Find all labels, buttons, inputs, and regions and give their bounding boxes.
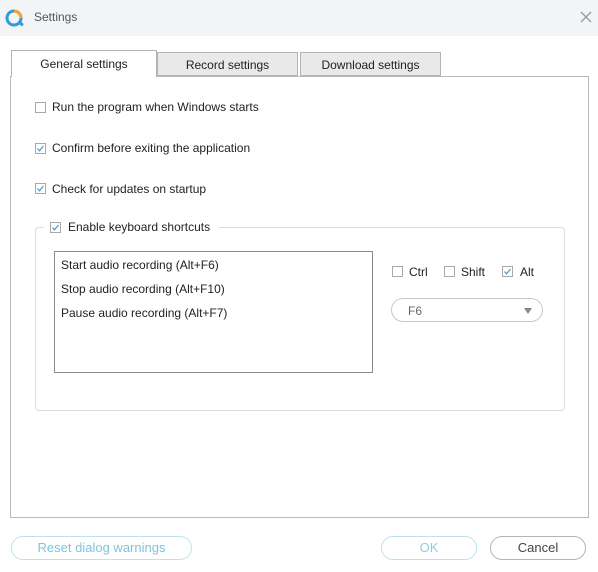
chevron-down-icon <box>524 308 532 314</box>
enable-shortcuts-label: Enable keyboard shortcuts <box>68 220 211 234</box>
alt-label: Alt <box>520 265 535 279</box>
shift-checkbox[interactable] <box>444 266 455 277</box>
key-select[interactable]: F6 <box>391 298 543 322</box>
window-title: Settings <box>34 10 78 24</box>
checkmark-icon <box>504 268 511 275</box>
confirm-exit-label: Confirm before exiting the application <box>52 141 251 155</box>
run-on-startup-checkbox[interactable] <box>35 102 46 113</box>
confirm-exit-checkbox[interactable] <box>35 143 46 154</box>
ok-button[interactable]: OK <box>381 536 477 560</box>
alt-checkbox[interactable] <box>502 266 513 277</box>
checkmark-icon <box>52 224 59 231</box>
reset-dialog-warnings-button[interactable]: Reset dialog warnings <box>11 536 192 560</box>
tab-general-settings[interactable]: General settings <box>11 50 157 77</box>
list-item[interactable]: Pause audio recording (Alt+F7) <box>61 306 227 320</box>
list-item[interactable]: Start audio recording (Alt+F6) <box>61 258 219 272</box>
check-updates-label: Check for updates on startup <box>52 182 207 196</box>
key-select-value: F6 <box>408 304 423 318</box>
enable-shortcuts-checkbox[interactable] <box>50 222 61 233</box>
checkmark-icon <box>37 185 44 192</box>
ctrl-label: Ctrl <box>409 265 428 279</box>
shortcut-list[interactable]: Start audio recording (Alt+F6) Stop audi… <box>54 251 373 373</box>
ctrl-checkbox[interactable] <box>392 266 403 277</box>
run-on-startup-label: Run the program when Windows starts <box>52 100 259 114</box>
cancel-button[interactable]: Cancel <box>490 536 586 560</box>
close-icon[interactable] <box>578 9 594 25</box>
checkmark-icon <box>37 145 44 152</box>
shift-label: Shift <box>461 265 486 279</box>
title-bar: Settings <box>0 0 598 36</box>
tab-record-settings[interactable]: Record settings <box>157 52 298 76</box>
tab-download-settings[interactable]: Download settings <box>300 52 441 76</box>
check-updates-checkbox[interactable] <box>35 183 46 194</box>
list-item[interactable]: Stop audio recording (Alt+F10) <box>61 282 225 296</box>
app-logo-icon <box>5 9 24 27</box>
